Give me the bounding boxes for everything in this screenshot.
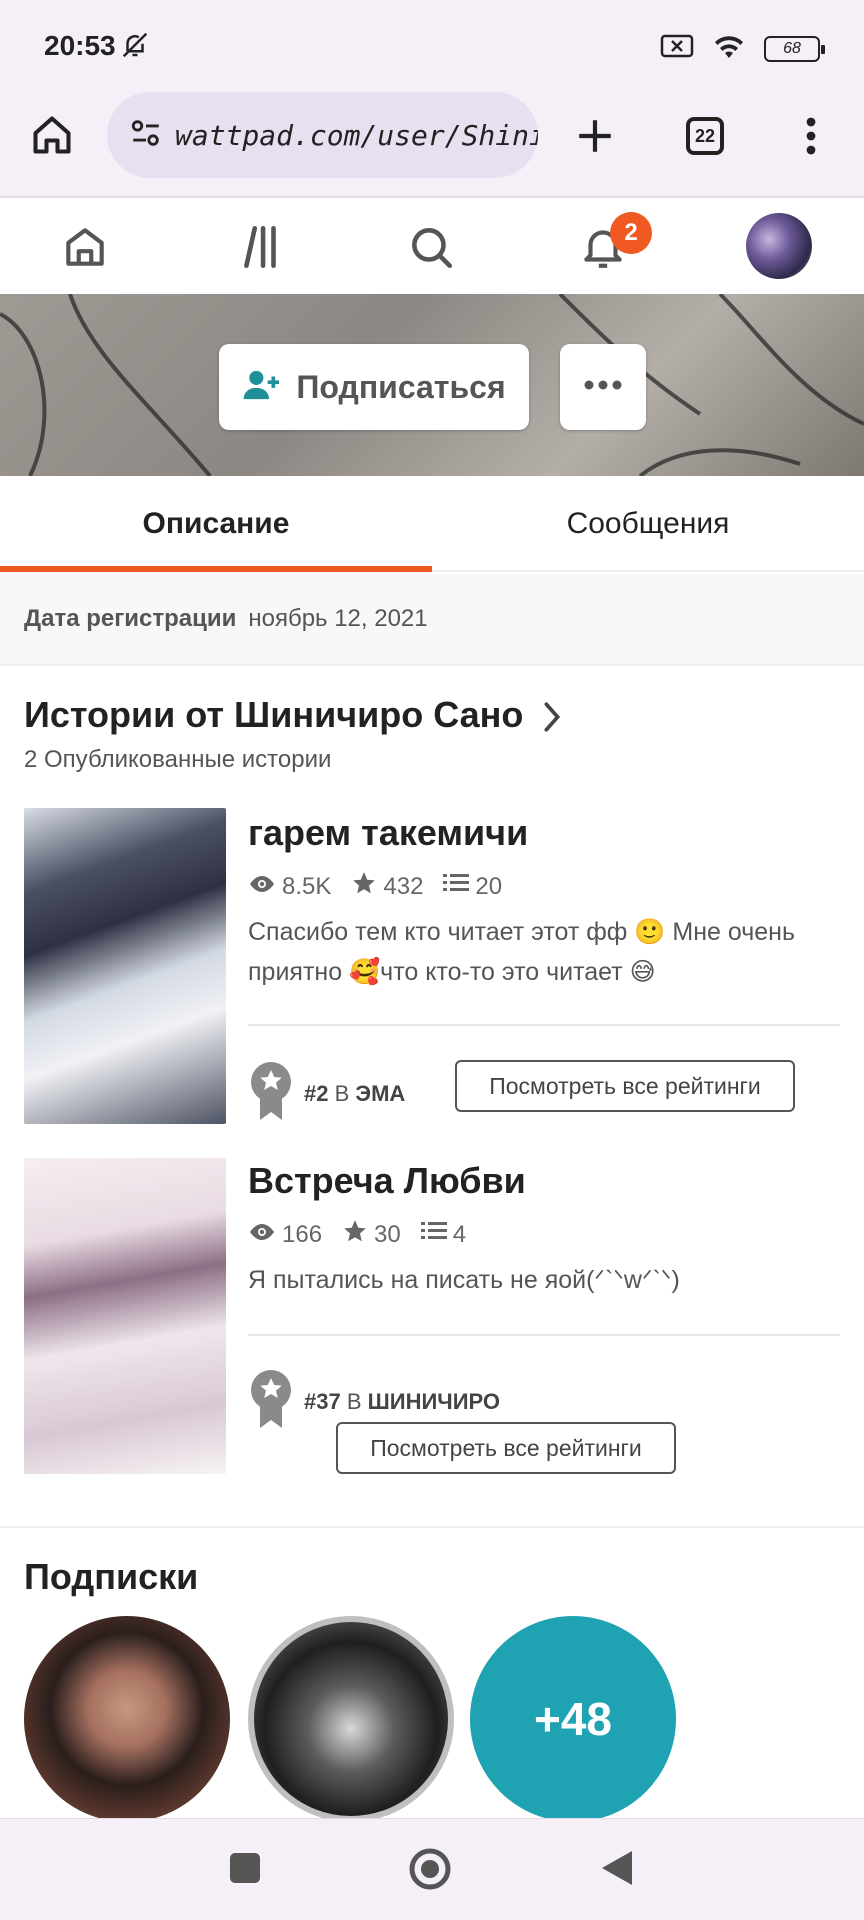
parts-count: 4 xyxy=(452,1220,467,1248)
home-icon[interactable] xyxy=(30,113,74,162)
subscription-avatar-1[interactable] xyxy=(24,1616,230,1822)
home-button-icon[interactable] xyxy=(408,1847,452,1896)
rank-tag[interactable]: ЭМА xyxy=(355,1081,405,1106)
browser-toolbar: wattpad.com/user/Shinich 22 xyxy=(0,92,864,198)
story-divider-2 xyxy=(248,1334,840,1336)
registration-date: ноябрь 12, 2021 xyxy=(248,605,428,632)
sim-off-icon xyxy=(660,32,694,65)
registration-row: Дата регистрации ноябрь 12, 2021 xyxy=(0,574,864,666)
eye-icon xyxy=(248,1221,276,1249)
parts-count: 20 xyxy=(475,872,503,900)
url-bar[interactable]: wattpad.com/user/Shinich xyxy=(107,92,538,178)
more-dots-icon xyxy=(583,378,623,396)
url-text[interactable]: wattpad.com/user/Shinich xyxy=(175,119,538,152)
search-icon[interactable] xyxy=(406,222,456,277)
stories-section: Истории от Шиничиро Сано 2 Опубликованны… xyxy=(0,668,864,1524)
site-nav: 2 xyxy=(0,200,864,294)
votes-stat: 30 xyxy=(342,1218,401,1251)
user-avatar[interactable] xyxy=(746,213,812,279)
parts-stat: 20 xyxy=(443,872,502,901)
reads-stat: 166 xyxy=(248,1221,322,1249)
rank-tag[interactable]: ШИНИЧИРО xyxy=(368,1389,500,1414)
eye-icon xyxy=(248,873,276,901)
more-subscriptions-button[interactable]: +48 xyxy=(470,1616,676,1822)
follow-label: Подписаться xyxy=(296,368,506,405)
more-options-button[interactable] xyxy=(560,344,646,430)
chevron-right-icon[interactable] xyxy=(538,700,566,739)
story-title-2[interactable]: Встреча Любви xyxy=(248,1160,526,1202)
story-description-2: Я пытались на писать не яой(ᐟ`ᐠᴡᐟ`ᐠ) xyxy=(248,1266,680,1294)
overflow-menu-icon[interactable] xyxy=(796,115,826,162)
subscription-avatar-2[interactable] xyxy=(248,1616,454,1822)
tab-description[interactable]: Описание xyxy=(0,476,432,572)
story-rank-1: #2 В ЭМА xyxy=(248,1060,405,1128)
rank-number: #2 xyxy=(304,1081,329,1106)
profile-tabs: Описание Сообщения xyxy=(0,476,864,572)
tab-messages[interactable]: Сообщения xyxy=(432,476,864,572)
reads-count: 166 xyxy=(282,1220,323,1248)
tab-description-label: Описание xyxy=(142,507,290,540)
library-icon[interactable] xyxy=(236,222,286,277)
site-settings-icon[interactable] xyxy=(129,116,163,155)
status-bar: 20:53 68 xyxy=(0,0,864,92)
rank-in: В xyxy=(334,1081,350,1106)
story-cover-1[interactable] xyxy=(24,808,226,1124)
registration-label: Дата регистрации xyxy=(24,605,237,632)
tab-messages-label: Сообщения xyxy=(566,507,730,540)
votes-count: 30 xyxy=(374,1220,401,1248)
star-icon xyxy=(342,1218,368,1251)
follow-button[interactable]: Подписаться xyxy=(219,344,529,430)
votes-count: 432 xyxy=(383,872,424,900)
parts-stat: 4 xyxy=(420,1220,467,1249)
battery-icon: 68 xyxy=(764,35,825,62)
reads-count: 8.5K xyxy=(282,872,332,900)
rank-medal-icon xyxy=(248,1060,294,1128)
rank-medal-icon xyxy=(248,1368,294,1436)
active-tab-indicator xyxy=(0,566,432,572)
view-rankings-button-2[interactable]: Посмотреть все рейтинги xyxy=(336,1422,676,1474)
story-description-1: Спасибо тем кто читает этот фф 🙂 Мне оче… xyxy=(248,918,795,986)
new-tab-icon[interactable] xyxy=(574,115,616,162)
rank-number: #37 xyxy=(304,1389,341,1414)
stories-title[interactable]: Истории от Шиничиро Сано xyxy=(24,694,523,736)
status-time: 20:53 xyxy=(44,30,116,61)
votes-stat: 432 xyxy=(351,870,423,903)
story-stats-2: 166 30 4 xyxy=(248,1218,466,1251)
reads-stat: 8.5K xyxy=(248,873,331,901)
stories-count: 2 Опубликованные истории xyxy=(24,746,332,773)
bell-off-icon xyxy=(120,30,150,65)
system-nav-bar xyxy=(0,1818,864,1920)
subscriptions-section: Подписки +48 xyxy=(0,1526,864,1822)
add-user-icon xyxy=(242,368,282,407)
story-divider-1 xyxy=(248,1024,840,1026)
back-icon[interactable] xyxy=(600,1849,634,1892)
home-nav-icon[interactable] xyxy=(60,222,110,277)
list-icon xyxy=(443,872,470,901)
rank-in: В xyxy=(346,1389,362,1414)
subscriptions-title: Подписки xyxy=(24,1556,199,1597)
story-title-1[interactable]: гарем такемичи xyxy=(248,812,528,854)
star-icon xyxy=(351,870,377,903)
notification-badge: 2 xyxy=(610,212,652,254)
story-stats-1: 8.5K 432 20 xyxy=(248,870,502,903)
recents-icon[interactable] xyxy=(228,1851,262,1890)
tab-switcher-button[interactable]: 22 xyxy=(686,117,724,155)
view-rankings-button-1[interactable]: Посмотреть все рейтинги xyxy=(455,1060,795,1112)
story-cover-2[interactable] xyxy=(24,1158,226,1474)
list-icon xyxy=(420,1220,447,1249)
wifi-icon xyxy=(712,32,746,65)
